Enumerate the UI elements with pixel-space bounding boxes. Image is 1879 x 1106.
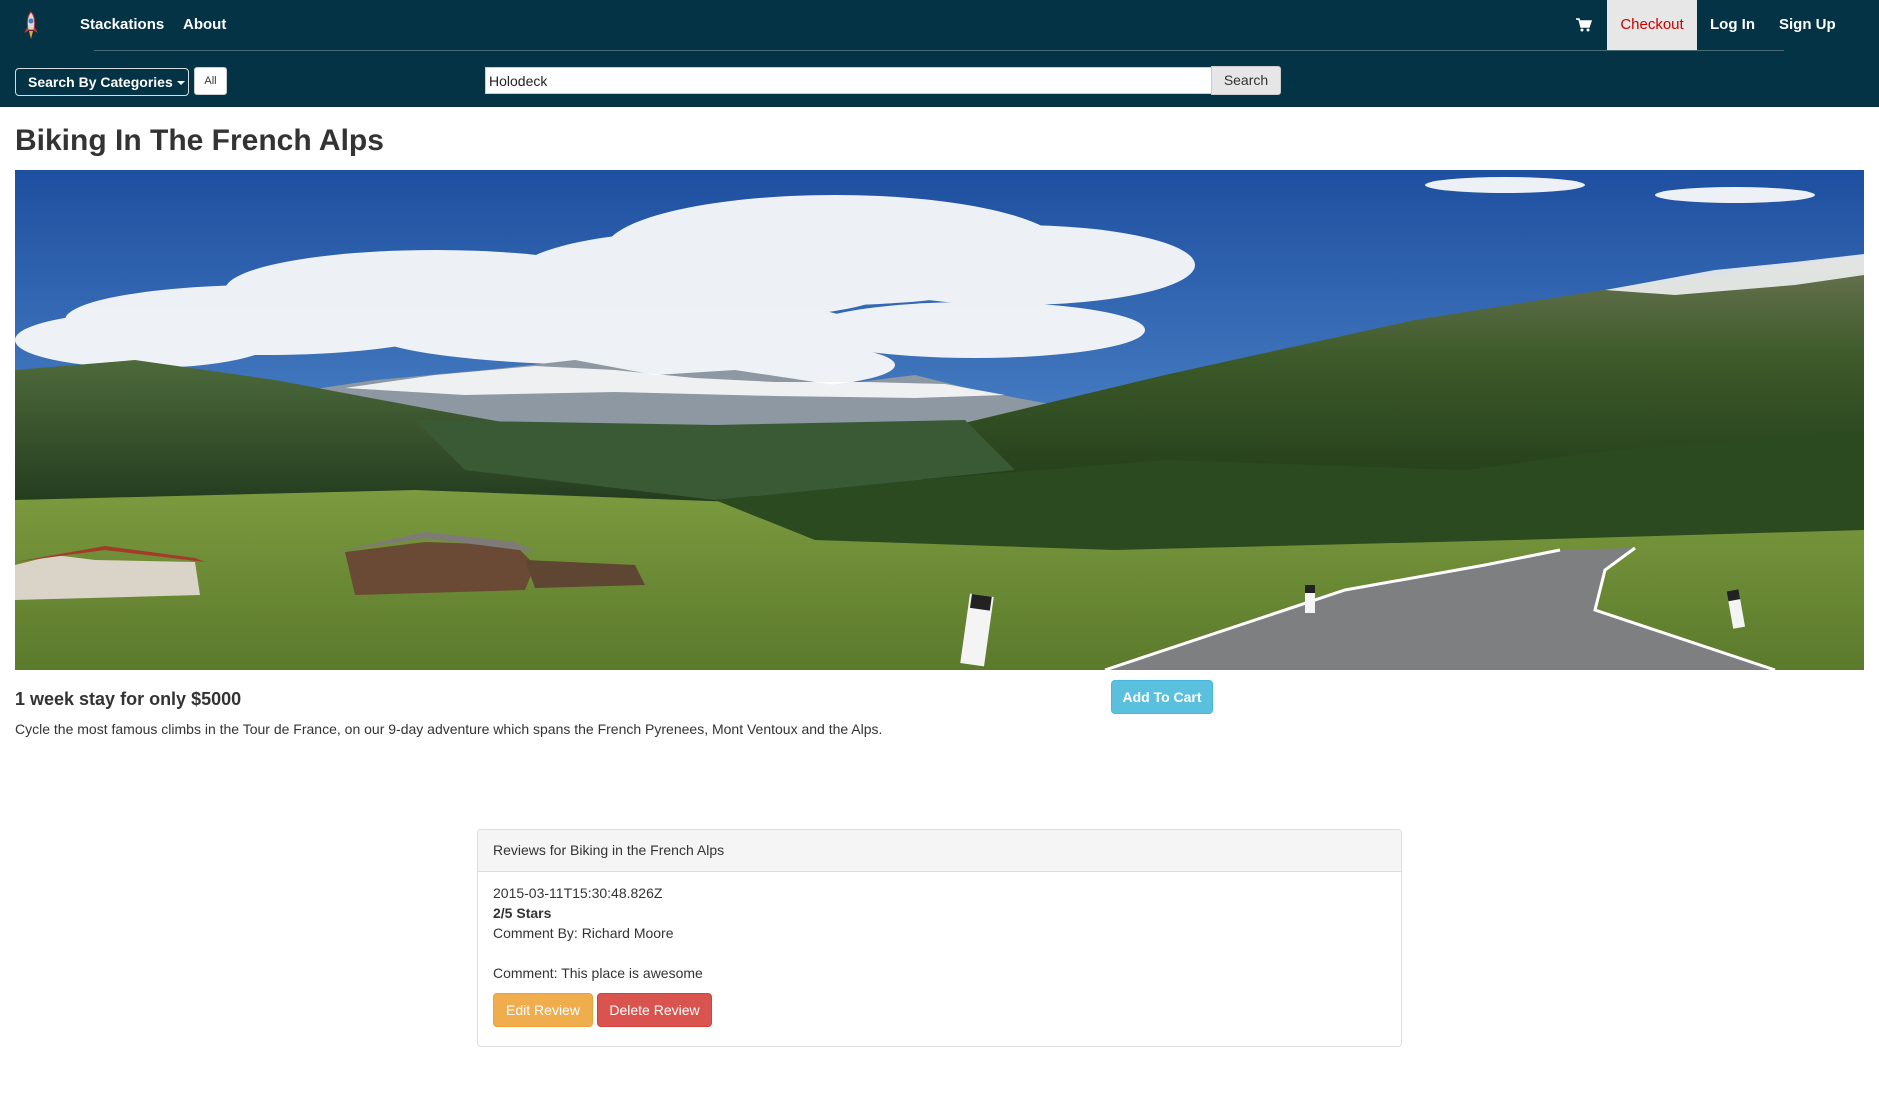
review-date: 2015-03-11T15:30:48.826Z xyxy=(493,885,663,901)
nav-about-link[interactable]: About xyxy=(183,0,226,50)
search-by-categories-dropdown[interactable]: Search By Categories xyxy=(15,68,189,96)
categories-dropdown-label: Search By Categories xyxy=(28,74,173,90)
caret-down-icon xyxy=(176,81,185,86)
edit-review-button[interactable]: Edit Review xyxy=(493,993,593,1027)
review-author: Comment By: Richard Moore xyxy=(493,925,674,941)
all-categories-button[interactable]: All xyxy=(194,67,227,95)
review-item: 2015-03-11T15:30:48.826Z 2/5 Stars Comme… xyxy=(478,872,1401,1038)
search-input[interactable] xyxy=(485,67,1212,94)
top-navbar: Stackations About Checkout Log In Sign U… xyxy=(0,0,1879,107)
navbar-divider xyxy=(94,50,1784,51)
add-to-cart-button[interactable]: Add To Cart xyxy=(1111,680,1213,714)
product-price: 1 week stay for only $5000 xyxy=(15,689,242,709)
delete-review-button[interactable]: Delete Review xyxy=(597,993,712,1027)
product-description: Cycle the most famous climbs in the Tour… xyxy=(15,721,883,737)
nav-login-link[interactable]: Log In xyxy=(1710,0,1755,50)
search-button[interactable]: Search xyxy=(1211,66,1281,95)
reviews-heading: Reviews for Biking in the French Alps xyxy=(478,830,1401,872)
review-stars: 2/5 Stars xyxy=(493,905,552,921)
review-comment: Comment: This place is awesome xyxy=(493,965,703,981)
rocket-icon[interactable] xyxy=(19,10,43,42)
nav-brand-link[interactable]: Stackations xyxy=(80,0,164,50)
reviews-panel: Reviews for Biking in the French Alps 20… xyxy=(477,829,1402,1047)
nav-signup-link[interactable]: Sign Up xyxy=(1779,0,1836,50)
hero-image xyxy=(15,170,1864,670)
shopping-cart-icon[interactable] xyxy=(1574,15,1594,35)
page-title: Biking In The French Alps xyxy=(15,124,384,157)
nav-checkout-link[interactable]: Checkout xyxy=(1607,0,1697,50)
